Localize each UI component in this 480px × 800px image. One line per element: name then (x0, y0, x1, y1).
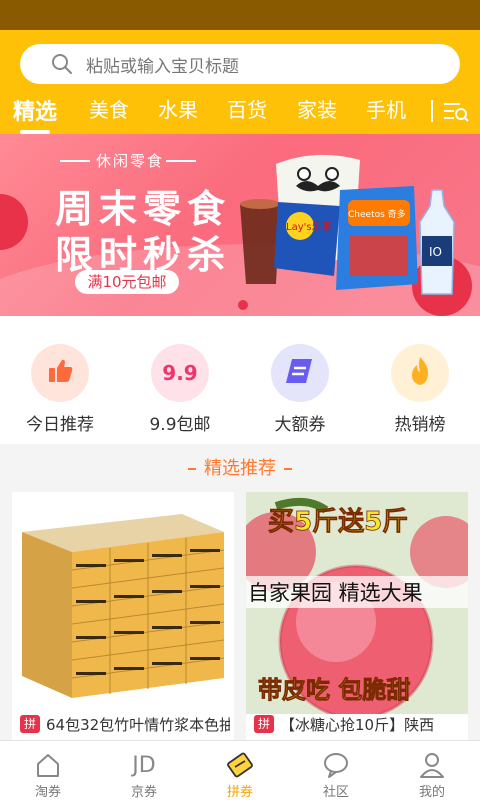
product-card-tissue[interactable]: 拼 64包32包竹叶情竹浆本色抽纸 (12, 492, 234, 740)
top-header: 粘贴或输入宝贝标题 精选 美食 水果 百货 家装 手机 (0, 30, 480, 134)
kicker-line-left (60, 160, 90, 162)
category-tabs: 精选 美食 水果 百货 家装 手机 (0, 90, 480, 134)
tab-category-phone[interactable]: 手机 (366, 94, 406, 123)
product-card-apple[interactable]: 买5斤送5斤 自家果园 精选大果 带皮吃 包脆甜 拼【冰糖心抢10斤】陕西 (246, 492, 468, 740)
ticket-icon (192, 749, 288, 781)
product-title: 拼 64包32包竹叶情竹浆本色抽纸 (20, 714, 230, 738)
bottom-tab-bar: 淘券 JD 京券 拼券 社区 我的 (0, 740, 480, 800)
coupon-icon (284, 355, 316, 391)
tab-taoquan[interactable]: 淘券 (0, 741, 96, 800)
tab-community[interactable]: 社区 (288, 741, 384, 800)
nine-nine-icon: 9.9 (162, 361, 198, 385)
banner-decoration (0, 194, 28, 250)
pinduoduo-tag: 拼 (20, 715, 40, 733)
quick-links: 今日推荐 9.9 9.9包邮 大额券 热销榜 (0, 316, 480, 444)
qcircle: 9.9 (151, 344, 209, 402)
tab-label: 社区 (322, 785, 349, 800)
section-title: 精选推荐 (204, 458, 276, 479)
qcircle (391, 344, 449, 402)
quick-link-coupon[interactable]: 大额券 (250, 344, 350, 435)
jd-icon-text: JD (132, 752, 156, 778)
bottle-label: IO (429, 245, 442, 259)
qcircle (271, 344, 329, 402)
product-title-text: 【冰糖心抢10斤】陕西 (280, 716, 435, 734)
apple-product-image: 买5斤送5斤 自家果园 精选大果 带皮吃 包脆甜 (246, 492, 468, 714)
product-title-text: 64包32包竹叶情竹浆本色抽纸 (46, 716, 230, 734)
fire-icon (406, 355, 434, 391)
lays-label: Lay's乐事 (286, 220, 332, 233)
tab-category-featured[interactable]: 精选 (13, 94, 57, 126)
thumbs-up-icon (45, 356, 75, 390)
banner-kicker: 休闲零食 (96, 152, 165, 170)
search-placeholder: 粘贴或输入宝贝标题 (86, 56, 239, 77)
tab-category-food[interactable]: 美食 (89, 94, 129, 123)
section-dash (284, 468, 292, 470)
house-icon (0, 749, 96, 781)
quick-link-label: 热销榜 (394, 415, 446, 435)
section-dash (188, 468, 196, 470)
kicker-line-right (166, 160, 196, 162)
tab-label: 拼券 (226, 785, 253, 800)
tab-label: 我的 (418, 785, 445, 800)
apple-promo-bottom: 带皮吃 包脆甜 (258, 676, 410, 704)
quick-link-label: 今日推荐 (26, 415, 94, 435)
section-header: 精选推荐 (0, 448, 480, 490)
tab-divider (431, 100, 433, 122)
tab-label: 淘券 (34, 785, 61, 800)
banner-free-shipping-pill: 满10元包邮 (75, 270, 179, 294)
tab-profile[interactable]: 我的 (384, 741, 480, 800)
quick-link-label: 9.9包邮 (149, 415, 211, 435)
search-icon (42, 44, 82, 84)
category-list-icon[interactable] (440, 96, 470, 126)
tissue-product-image (12, 492, 234, 714)
quick-link-hot[interactable]: 热销榜 (370, 344, 470, 435)
status-bar (0, 0, 480, 30)
quick-link-today[interactable]: 今日推荐 (10, 344, 110, 435)
apple-promo-top: 买5斤送5斤 (268, 507, 408, 537)
tab-category-general[interactable]: 百货 (227, 94, 267, 123)
product-title: 拼【冰糖心抢10斤】陕西 (254, 714, 464, 738)
tab-jingquan[interactable]: JD 京券 (96, 741, 192, 800)
apple-promo-mid: 自家果园 精选大果 (248, 581, 423, 605)
person-icon (384, 749, 480, 781)
snack-products-image: Lay's乐事 Cheetos 奇多 IO (240, 154, 455, 295)
tab-category-home[interactable]: 家装 (297, 94, 337, 123)
pinduoduo-tag: 拼 (254, 715, 274, 733)
tab-category-fruit[interactable]: 水果 (158, 94, 198, 123)
search-bar[interactable]: 粘贴或输入宝贝标题 (20, 44, 460, 84)
quick-link-label: 大额券 (274, 415, 326, 435)
jd-icon: JD (96, 749, 192, 781)
tab-label: 京券 (130, 785, 157, 800)
qcircle (31, 344, 89, 402)
chat-bubble-icon (288, 749, 384, 781)
carousel-indicator[interactable] (238, 300, 248, 310)
tab-pinquan[interactable]: 拼券 (192, 741, 288, 800)
cheetos-label: Cheetos 奇多 (348, 208, 406, 220)
quick-link-9-9[interactable]: 9.9 9.9包邮 (130, 344, 230, 435)
